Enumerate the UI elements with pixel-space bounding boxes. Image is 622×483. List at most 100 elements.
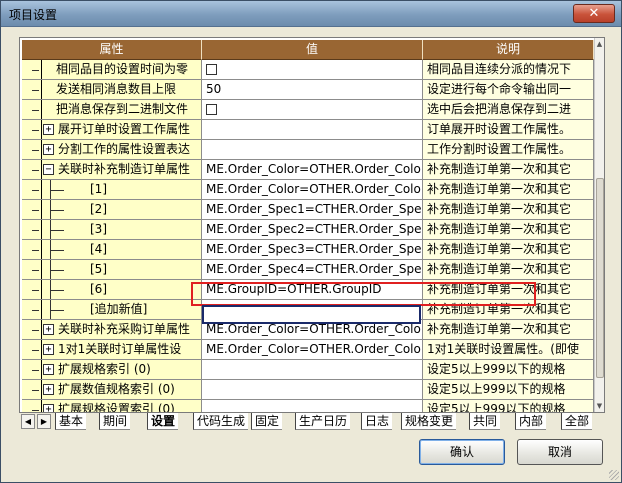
grid-row[interactable]: + 分割工作的属性设置表达 工作分割时设置工作属性。 xyxy=(22,140,594,160)
value-cell[interactable]: ME.Order_Color=OTHER.Order_Colo xyxy=(202,160,423,180)
checkbox[interactable] xyxy=(206,64,217,75)
property-cell[interactable]: + 扩展数值规格索引 (0) xyxy=(22,380,202,400)
value-cell[interactable] xyxy=(202,140,423,160)
tab-scroll-right-icon[interactable]: ▶ xyxy=(37,414,51,429)
grid-row[interactable]: [2] ME.Order_Spec1=CTHER.Order_Spe 补充制造订单第… xyxy=(22,200,594,220)
value-cell[interactable]: ME.Order_Spec2=CTHER.Order_Spe xyxy=(202,220,423,240)
value-cell[interactable] xyxy=(202,120,423,140)
value-cell[interactable]: ME.Order_Color=OTHER.Order_Colo xyxy=(202,180,423,200)
grid-row[interactable]: 发送相同消息数目上限 50 设定进行每个命令输出同一 xyxy=(22,80,594,100)
property-cell[interactable]: 相同品目的设置时间为零 xyxy=(22,60,202,80)
expand-icon[interactable]: + xyxy=(43,324,54,335)
grid-row[interactable]: 相同品目的设置时间为零 相同品目连续分派的情况下 xyxy=(22,60,594,80)
property-cell[interactable]: [2] xyxy=(22,200,202,220)
property-cell[interactable]: + 扩展规格设置索引 (0) xyxy=(22,400,202,412)
tab-item[interactable]: 规格变更 xyxy=(401,413,457,430)
value-cell[interactable] xyxy=(202,100,423,120)
value-cell[interactable]: ME.Order_Spec4=CTHER.Order_Spe xyxy=(202,260,423,280)
ok-button[interactable]: 确认 xyxy=(419,439,505,465)
tree-line xyxy=(32,290,39,291)
property-cell[interactable]: + 扩展规格索引 (0) xyxy=(22,360,202,380)
value-cell[interactable]: ME.Order_Spec3=CTHER.Order_Spe xyxy=(202,240,423,260)
expand-icon[interactable]: + xyxy=(43,364,54,375)
expand-icon[interactable]: + xyxy=(43,124,54,135)
scroll-thumb[interactable] xyxy=(596,178,604,378)
property-cell[interactable]: [追加新值] xyxy=(22,300,202,320)
grid-row[interactable]: − 关联时补充制造订单属性 ME.Order_Color=OTHER.Order_C… xyxy=(22,160,594,180)
header-property[interactable]: 属性 xyxy=(22,40,202,60)
tab-scroll-left-icon[interactable]: ◀ xyxy=(21,414,35,429)
grid-row[interactable]: + 扩展规格索引 (0) 设定5以上999以下的规格 xyxy=(22,360,594,380)
property-cell[interactable]: [4] xyxy=(22,240,202,260)
property-label: [1] xyxy=(90,182,107,196)
expand-icon[interactable]: + xyxy=(43,144,54,155)
tab-item[interactable]: 期间 xyxy=(99,413,131,430)
description-cell: 选中后会把消息保存到二进 xyxy=(423,100,594,120)
tab-item[interactable]: 代码生成 xyxy=(193,413,249,430)
grid-row[interactable]: + 扩展数值规格索引 (0) 设定5以上999以下的规格 xyxy=(22,380,594,400)
collapse-icon[interactable]: − xyxy=(43,164,54,175)
grid-row[interactable]: [4] ME.Order_Spec3=CTHER.Order_Spe 补充制造订单第… xyxy=(22,240,594,260)
property-label: [3] xyxy=(90,222,107,236)
value-cell[interactable]: ME.GroupID=OTHER.GroupID xyxy=(202,280,423,300)
tab-item[interactable]: 内部 xyxy=(515,413,547,430)
property-cell[interactable]: + 展开订单时设置工作属性 xyxy=(22,120,202,140)
property-cell[interactable]: + 关联时补充采购订单属性 xyxy=(22,320,202,340)
grid-row[interactable]: + 展开订单时设置工作属性 订单展开时设置工作属性。 xyxy=(22,120,594,140)
property-cell[interactable]: 发送相同消息数目上限 xyxy=(22,80,202,100)
property-cell[interactable]: 把消息保存到二进制文件 xyxy=(22,100,202,120)
value-text: ME.Order_Spec1=CTHER.Order_Spe xyxy=(206,202,422,216)
description-cell: 设定5以上999以下的规格 xyxy=(423,380,594,400)
value-cell[interactable]: ME.Order_Color=OTHER.Order_Colo xyxy=(202,340,423,360)
expand-icon[interactable]: + xyxy=(43,344,54,355)
property-cell[interactable]: [3] xyxy=(22,220,202,240)
property-cell[interactable]: − 关联时补充制造订单属性 xyxy=(22,160,202,180)
scroll-down-icon[interactable]: ▼ xyxy=(595,400,604,412)
property-label: 1对1关联时订单属性设 xyxy=(58,342,182,356)
header-value[interactable]: 值 xyxy=(202,40,423,60)
property-label: 相同品目的设置时间为零 xyxy=(56,62,189,76)
value-cell[interactable]: ME.Order_Spec1=CTHER.Order_Spe xyxy=(202,200,423,220)
tab-item[interactable]: 全部 xyxy=(561,413,593,430)
grid-row[interactable]: [1] ME.Order_Color=OTHER.Order_Colo 补充制造订单… xyxy=(22,180,594,200)
new-value-edit-box[interactable] xyxy=(202,305,421,324)
grid-row[interactable]: 把消息保存到二进制文件 选中后会把消息保存到二进 xyxy=(22,100,594,120)
value-cell[interactable] xyxy=(202,400,423,412)
grid-row[interactable]: [6] ME.GroupID=OTHER.GroupID 补充制造订单第一次和其它 xyxy=(22,280,594,300)
cancel-button[interactable]: 取消 xyxy=(517,439,603,465)
value-cell[interactable] xyxy=(202,60,423,80)
property-cell[interactable]: +1对1关联时订单属性设 xyxy=(22,340,202,360)
grid-row[interactable]: + 扩展规格设置索引 (0) 设定5以上999以下的规格 xyxy=(22,400,594,412)
value-cell[interactable] xyxy=(202,380,423,400)
property-cell[interactable]: [1] xyxy=(22,180,202,200)
property-cell[interactable]: + 分割工作的属性设置表达 xyxy=(22,140,202,160)
resize-grip-icon[interactable] xyxy=(609,470,619,480)
description-cell: 补充制造订单第一次和其它 xyxy=(423,200,594,220)
scroll-up-icon[interactable]: ▲ xyxy=(595,38,604,50)
close-icon[interactable]: ✕ xyxy=(573,4,615,23)
grid-row[interactable]: +1对1关联时订单属性设 ME.Order_Color=OTHER.Order_C… xyxy=(22,340,594,360)
property-label: 把消息保存到二进制文件 xyxy=(56,102,189,116)
value-cell[interactable]: 50 xyxy=(202,80,423,100)
property-cell[interactable]: [5] xyxy=(22,260,202,280)
tab-item[interactable]: 固定 xyxy=(251,413,283,430)
tab-item[interactable]: 基本 xyxy=(55,413,87,430)
tree-line xyxy=(32,370,39,371)
grid-row[interactable]: [5] ME.Order_Spec4=CTHER.Order_Spe 补充制造订单第… xyxy=(22,260,594,280)
grid-row[interactable]: [3] ME.Order_Spec2=CTHER.Order_Spe 补充制造订单第… xyxy=(22,220,594,240)
tab-item[interactable]: 共同 xyxy=(469,413,501,430)
expand-icon[interactable]: + xyxy=(43,384,54,395)
property-label: 扩展规格设置索引 (0) xyxy=(58,402,175,412)
property-cell[interactable]: [6] xyxy=(22,280,202,300)
value-text: 50 xyxy=(206,82,222,96)
vertical-scrollbar[interactable]: ▲ ▼ xyxy=(594,38,604,412)
project-settings-dialog: 项目设置 ✕ 属性 值 说明 相同品目的设置时间为零 相同品目连续分派的情况下 发送… xyxy=(0,0,622,483)
tab-item[interactable]: 生产日历 xyxy=(295,413,351,430)
tab-item[interactable]: 设置 xyxy=(147,413,179,430)
checkbox[interactable] xyxy=(206,104,217,115)
tab-item[interactable]: 日志 xyxy=(361,413,393,430)
value-cell[interactable] xyxy=(202,360,423,380)
expand-icon[interactable]: + xyxy=(43,404,54,412)
header-description[interactable]: 说明 xyxy=(423,40,594,60)
value-text: ME.Order_Color=OTHER.Order_Colo xyxy=(206,342,421,356)
